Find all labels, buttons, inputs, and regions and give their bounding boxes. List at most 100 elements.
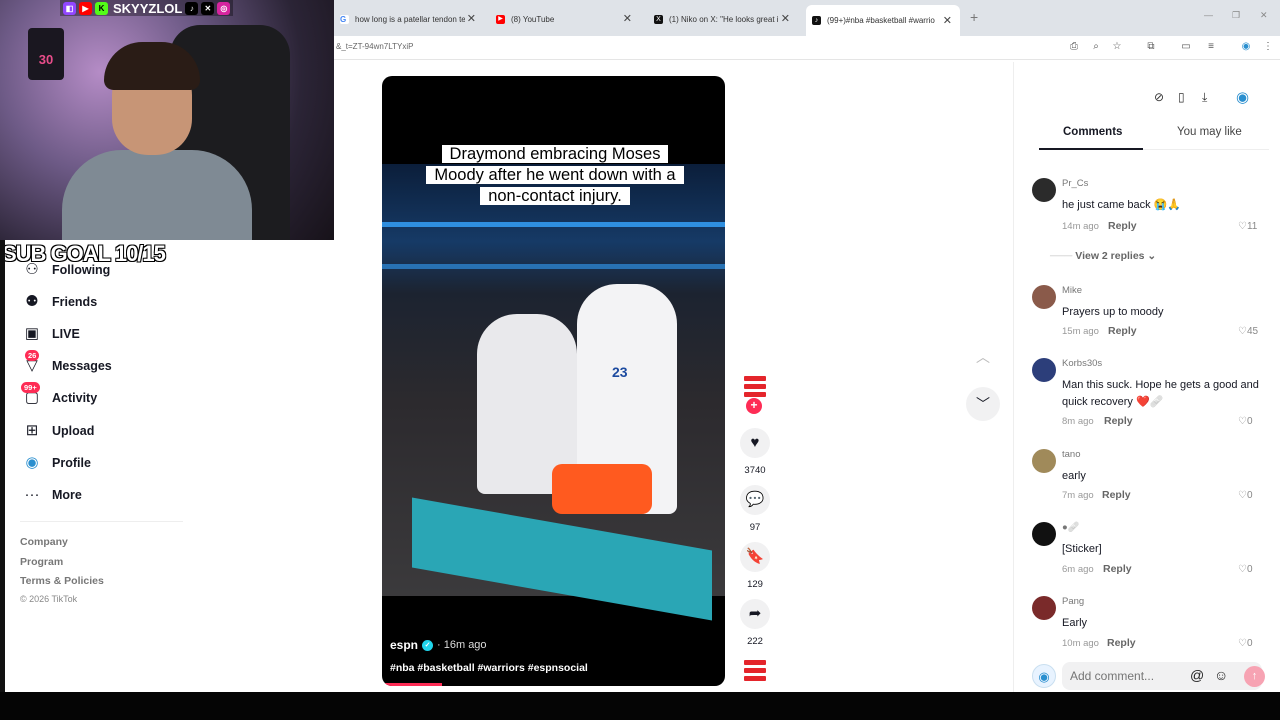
close-icon[interactable]: ✕ (943, 14, 952, 27)
post-time: · 16m ago (437, 639, 487, 651)
sidebar-item-friends[interactable]: ⚉ Friends (18, 290, 188, 314)
sidebar-item-label: LIVE (52, 327, 80, 341)
caption-line: Moody after he went down with a (426, 166, 684, 184)
video-author-line: espn ✓ · 16m ago (390, 638, 487, 652)
window-close-icon[interactable]: ✕ (1260, 10, 1268, 21)
tab-label: (99+)#nba #basketball #warrio (827, 16, 935, 25)
tab-you-may-like[interactable]: You may like (1177, 126, 1242, 138)
extensions-icon[interactable]: ⧉ (1144, 40, 1158, 54)
messages-badge: 26 (25, 350, 40, 361)
author-name[interactable]: espn (390, 638, 418, 652)
comment-username[interactable]: Mike (1062, 285, 1082, 296)
browser-tab-tiktok[interactable]: ♪ (99+)#nba #basketball #warrio ✕ (806, 5, 960, 36)
comment-like[interactable]: ♡0 (1238, 638, 1253, 649)
bookmark-star-icon[interactable]: ☆ (1110, 40, 1124, 54)
avatar[interactable] (1032, 358, 1056, 382)
mention-icon[interactable]: @ (1190, 667, 1204, 683)
follow-plus-icon[interactable]: + (746, 398, 762, 414)
avatar[interactable] (1032, 285, 1056, 309)
reply-button[interactable]: Reply (1107, 637, 1136, 649)
video-hashtags[interactable]: #nba #basketball #warriors #espnsocial (390, 662, 588, 674)
like-button[interactable]: ♥ (740, 428, 770, 458)
avatar[interactable] (1032, 449, 1056, 473)
x-icon: ✕ (201, 1, 215, 15)
reply-button[interactable]: Reply (1108, 220, 1137, 232)
url-field[interactable]: &_t=ZT-94wn7LTYxiP (336, 42, 413, 51)
browser-tab-x[interactable]: X (1) Niko on X: "He looks great i ✕ (648, 7, 798, 31)
close-icon[interactable]: ✕ (781, 12, 790, 25)
send-button[interactable]: ↑ (1244, 666, 1265, 687)
comment-text: he just came back 😭🙏 (1062, 199, 1182, 211)
left-edge (0, 240, 5, 692)
device-icon[interactable]: ▯ (1178, 90, 1185, 104)
browser-menu-icon[interactable]: ⋮ (1261, 40, 1275, 54)
reply-button[interactable]: Reply (1103, 563, 1132, 575)
close-icon[interactable]: ✕ (623, 12, 632, 25)
arena-led-stripe (382, 264, 725, 269)
tab-comments[interactable]: Comments (1063, 126, 1122, 138)
media-icon[interactable]: ≡ (1204, 40, 1218, 54)
sidebar-item-more[interactable]: ··· More (18, 483, 188, 507)
comment-like[interactable]: ♡45 (1238, 326, 1258, 337)
taskbar-strip (0, 692, 1280, 720)
sidebar-item-live[interactable]: ▣ LIVE (18, 322, 188, 346)
comment-username[interactable]: Pr_Cs (1062, 178, 1088, 189)
footer-link-terms[interactable]: Terms & Policies (20, 575, 104, 587)
install-app-icon[interactable]: ⎙ (1067, 40, 1081, 54)
comment-username[interactable]: Korbs30s (1062, 358, 1102, 369)
next-video-arrow-icon[interactable]: ﹀ (966, 387, 1000, 421)
comment-like[interactable]: ♡0 (1238, 564, 1253, 575)
reply-button[interactable]: Reply (1108, 325, 1137, 337)
minimize-icon[interactable]: — (1204, 10, 1213, 20)
video-player[interactable]: 23 Draymond embracing Moses Moody after … (382, 76, 725, 686)
comment-time: 8m ago (1062, 416, 1094, 427)
tab-label: how long is a patellar tendon te (355, 14, 465, 24)
cast-icon[interactable]: ▭ (1179, 40, 1193, 54)
streamer-body (62, 150, 252, 240)
sidebar-item-profile[interactable]: ◉ Profile (18, 451, 188, 475)
comment-time: 15m ago (1062, 326, 1099, 337)
music-disc-espn[interactable] (744, 660, 766, 684)
comment-like[interactable]: ♡0 (1238, 416, 1253, 427)
video-progress-bar[interactable] (382, 683, 442, 686)
footer-link-program[interactable]: Program (20, 556, 63, 568)
avatar[interactable] (1032, 522, 1056, 546)
browser-tab-youtube[interactable]: ▶ (8) YouTube ✕ (490, 7, 640, 31)
comment-like[interactable]: ♡11 (1238, 221, 1257, 232)
comment-username[interactable]: tano (1062, 449, 1081, 460)
comment-button[interactable]: 💬 (740, 485, 770, 515)
reply-button[interactable]: Reply (1104, 415, 1133, 427)
browser-tab-google[interactable]: G how long is a patellar tendon te ✕ (334, 7, 484, 31)
sidebar-item-upload[interactable]: ⊞ Upload (18, 419, 188, 443)
download-icon[interactable]: ⤓ (1202, 90, 1207, 105)
comment-username[interactable]: ●🩹 (1062, 522, 1080, 533)
comment-text: Early (1062, 617, 1088, 629)
author-avatar-espn[interactable] (744, 376, 766, 400)
compass-icon[interactable]: ⊘ (1154, 90, 1164, 104)
avatar[interactable] (1032, 178, 1056, 202)
share-button[interactable]: ➦ (740, 599, 770, 629)
live-icon: ▣ (24, 325, 40, 342)
emoji-icon[interactable]: ☺ (1214, 667, 1228, 683)
zoom-icon[interactable]: ⌕ (1089, 40, 1103, 54)
avatar[interactable] (1032, 596, 1056, 620)
reply-button[interactable]: Reply (1102, 489, 1131, 501)
sidebar-item-activity[interactable]: ▢ 99+ Activity (18, 382, 188, 410)
bookmark-button[interactable]: 🔖 (740, 542, 770, 572)
view-replies-button[interactable]: ─── View 2 replies ⌄ (1050, 250, 1156, 262)
sidebar-item-label: More (52, 488, 82, 502)
comment-like[interactable]: ♡0 (1238, 490, 1253, 501)
sidebar-item-messages[interactable]: ▽ 26 Messages (18, 350, 188, 378)
comment-username[interactable]: Pang (1062, 596, 1084, 607)
sidebar-item-following[interactable]: ⚇ Following (18, 258, 188, 282)
new-tab-button[interactable]: + (970, 9, 978, 25)
previous-video-arrow-icon[interactable]: ︿ (966, 340, 1000, 374)
comment-time: 7m ago (1062, 490, 1094, 501)
restore-icon[interactable]: ❐ (1232, 10, 1240, 21)
close-icon[interactable]: ✕ (467, 12, 476, 25)
profile-avatar-icon[interactable]: ◉ (1239, 40, 1253, 54)
user-avatar-icon[interactable]: ◉ (1236, 88, 1249, 106)
add-comment-input[interactable] (1062, 662, 1262, 690)
active-tab-indicator (1039, 148, 1143, 150)
footer-link-company[interactable]: Company (20, 536, 68, 548)
